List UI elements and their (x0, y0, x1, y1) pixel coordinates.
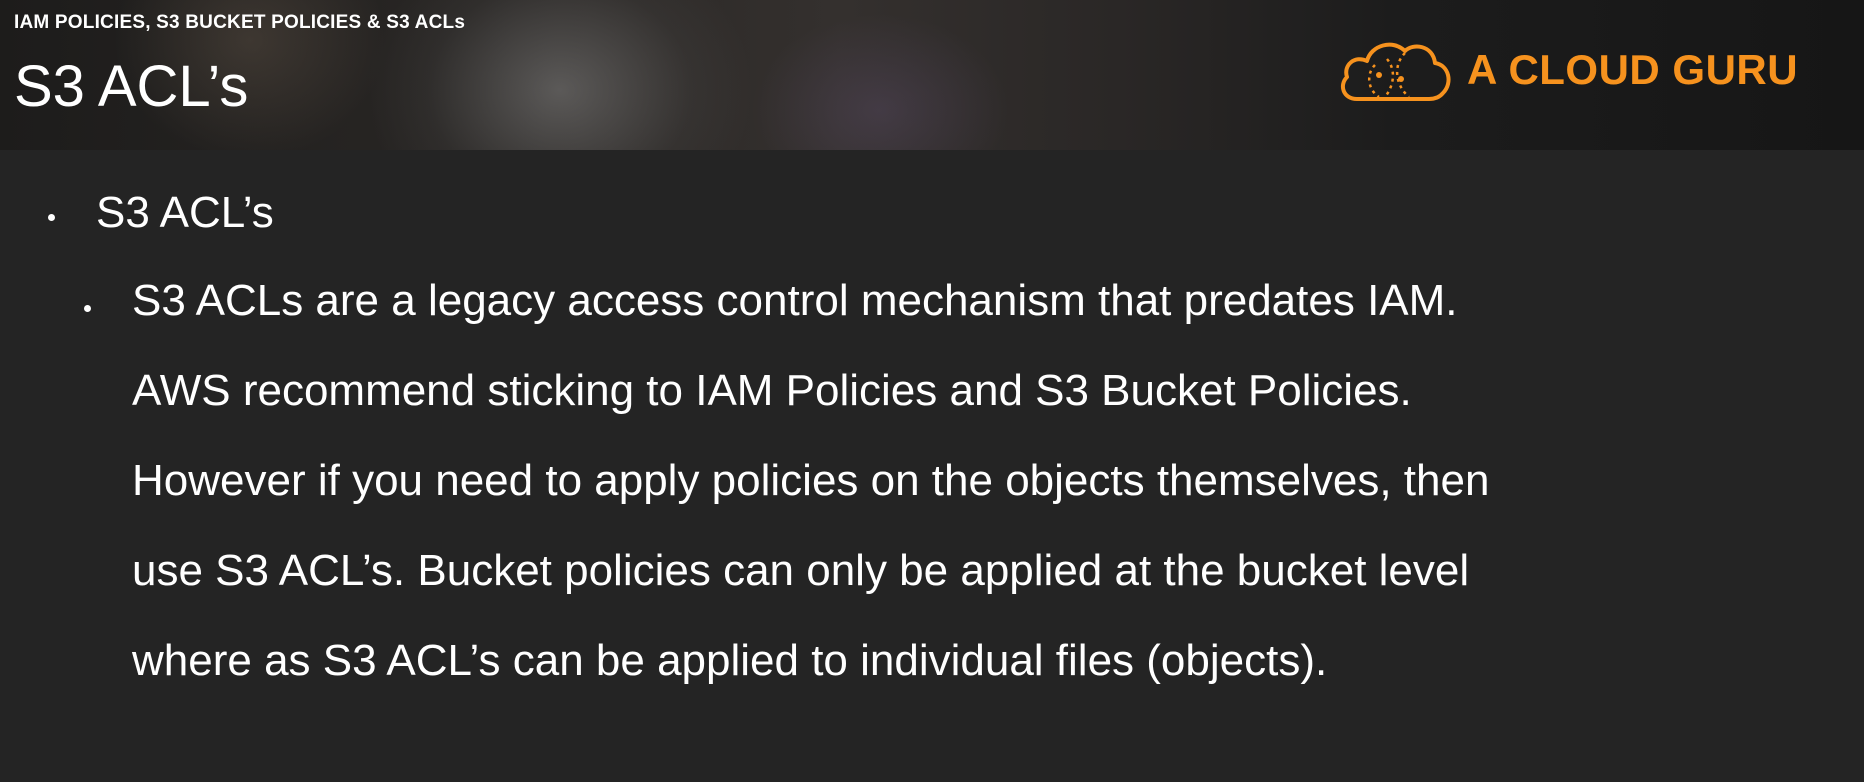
text-line: where as S3 ACL’s can be applied to indi… (132, 636, 1328, 685)
text-line: S3 ACLs are a legacy access control mech… (132, 276, 1458, 325)
sub-bullet-text: S3 ACLs are a legacy access control mech… (132, 276, 1772, 730)
text-line: use S3 ACL’s. Bucket policies can only b… (132, 546, 1470, 595)
brand-logo: A CLOUD GURU (1335, 30, 1855, 110)
page-title: S3 ACL’s (14, 54, 249, 119)
header-banner: IAM POLICIES, S3 BUCKET POLICIES & S3 AC… (0, 0, 1864, 150)
bullet-text: S3 ACL’s (96, 188, 274, 237)
brand-name: A CLOUD GURU (1467, 46, 1799, 93)
slide-content: S3 ACL’s S3 ACLs are a legacy access con… (0, 150, 1864, 782)
bullet-dot-icon (48, 214, 55, 221)
text-line: However if you need to apply policies on… (132, 456, 1490, 505)
text-line: AWS recommend sticking to IAM Policies a… (132, 366, 1412, 415)
slide: IAM POLICIES, S3 BUCKET POLICIES & S3 AC… (0, 0, 1864, 782)
cloud-icon (1340, 42, 1451, 101)
bullet-dot-icon (84, 305, 91, 312)
section-subtitle: IAM POLICIES, S3 BUCKET POLICIES & S3 AC… (14, 12, 466, 33)
